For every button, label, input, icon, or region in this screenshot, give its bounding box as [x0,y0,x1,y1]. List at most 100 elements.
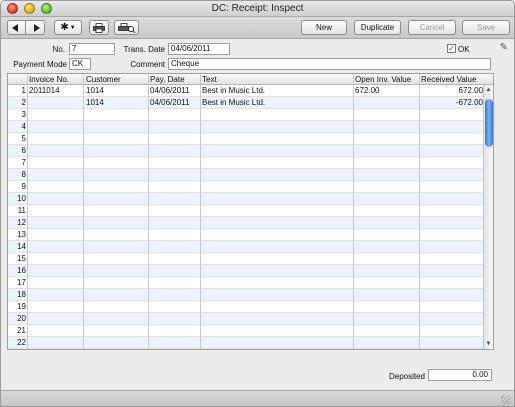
col-received-value: Received Value [421,75,477,84]
row-number: 21 [17,326,26,335]
row-number: 16 [17,266,26,275]
table-row[interactable]: 2 1014 04/06/2011 Best in Music Ltd. -672.00 [8,97,486,109]
new-button[interactable]: New [301,20,347,35]
cell-open[interactable]: 672.00 [355,86,417,95]
row-number: 12 [17,218,26,227]
ok-checkbox[interactable]: ✓ [447,44,456,53]
comment-field[interactable]: Cheque [168,58,491,70]
table-row[interactable]: 18 [8,289,486,301]
cell-text[interactable]: Best in Music Ltd. [202,98,351,107]
table-row[interactable]: 3 [8,109,486,121]
col-divider [419,74,420,349]
print-preview-icon [117,22,135,33]
receipt-rows-grid[interactable]: Invoice No. Customer Pay. Date Text Open… [7,73,494,350]
scroll-down-icon[interactable]: ▼ [484,341,493,347]
table-row[interactable]: 13 [8,229,486,241]
cell-pay-date[interactable]: 04/06/2011 [150,98,198,107]
row-number: 7 [21,158,26,167]
col-pay-date: Pay. Date [150,75,185,84]
row-number: 9 [21,182,26,191]
grid-header: Invoice No. Customer Pay. Date Text Open… [8,74,493,85]
row-number: 1 [21,86,26,95]
record-navigation [7,20,45,35]
gear-icon: ✱ [60,21,69,33]
table-row[interactable]: 4 [8,121,486,133]
col-divider [353,74,354,349]
cell-invoice[interactable]: 2011014 [29,86,81,95]
table-row[interactable]: 22 [8,337,486,349]
row-number: 17 [17,278,26,287]
col-invoice-no: Invoice No. [29,75,70,84]
left-arrow-icon[interactable] [12,24,18,32]
row-number: 22 [17,338,26,347]
cell-received[interactable]: -672.00 [421,98,483,107]
right-arrow-icon[interactable] [34,24,40,32]
col-divider [83,74,84,349]
window-title: DC: Receipt: Inspect [211,3,304,14]
table-row[interactable]: 15 [8,253,486,265]
toolbar: ✱ ▼ New Duplicate Cancel Save [1,17,514,39]
resize-grip-icon[interactable] [501,395,511,405]
row-number: 15 [17,254,26,263]
table-row[interactable]: 20 [8,313,486,325]
table-row[interactable]: 12 [8,217,486,229]
table-row[interactable]: 14 [8,241,486,253]
table-row[interactable]: 7 [8,157,486,169]
row-number: 5 [21,134,26,143]
printer-icon [93,22,105,33]
table-row[interactable]: 5 [8,133,486,145]
table-row[interactable]: 19 [8,301,486,313]
col-text: Text [202,75,217,84]
row-number: 19 [17,302,26,311]
row-number: 3 [21,110,26,119]
table-row[interactable]: 21 [8,325,486,337]
title-bar: DC: Receipt: Inspect [1,1,514,17]
no-label: No. [52,45,65,54]
cancel-button[interactable]: Cancel [408,20,456,35]
status-bar [1,390,514,406]
cell-customer[interactable]: 1014 [86,98,146,107]
cell-received[interactable]: 672.00 [421,86,483,95]
table-row[interactable]: 17 [8,277,486,289]
col-divider [200,74,201,349]
pin-icon[interactable]: ✎ [500,42,508,53]
scrollbar-thumb[interactable] [485,99,493,147]
cell-text[interactable]: Best in Music Ltd. [202,86,351,95]
col-open-inv-value: Open Inv. Value [355,75,412,84]
table-row[interactable]: 8 [8,169,486,181]
comment-label: Comment [130,60,165,69]
grid-scrollbar[interactable]: ▲ ▼ [483,85,493,349]
cell-customer[interactable]: 1014 [86,86,146,95]
table-row[interactable]: 1 2011014 1014 04/06/2011 Best in Music Ltd.… [8,85,486,97]
deposited-field: 0.00 [428,369,492,381]
table-row[interactable]: 10 [8,193,486,205]
row-number: 2 [21,98,26,107]
col-divider [27,74,28,349]
chevron-down-icon: ▼ [69,24,76,31]
row-number: 14 [17,242,26,251]
payment-mode-field[interactable]: CK [69,58,91,70]
operations-menu-button[interactable]: ✱ ▼ [54,20,82,35]
table-row[interactable]: 16 [8,265,486,277]
row-number: 4 [21,122,26,131]
print-preview-button[interactable] [114,20,139,35]
scroll-up-icon[interactable]: ▲ [484,87,493,93]
divider [25,21,26,34]
print-button[interactable] [89,20,109,35]
cell-pay-date[interactable]: 04/06/2011 [150,86,198,95]
trans-date-field[interactable]: 04/06/2011 [168,43,230,55]
row-number: 20 [17,314,26,323]
deposited-label: Deposited [388,372,425,381]
table-row[interactable]: 9 [8,181,486,193]
row-number: 6 [21,146,26,155]
table-row[interactable]: 6 [8,145,486,157]
duplicate-button[interactable]: Duplicate [354,20,401,35]
row-number: 11 [17,206,26,215]
payment-mode-label: Payment Mode [13,60,67,69]
row-number: 13 [17,230,26,239]
no-field[interactable]: 7 [69,43,115,55]
receipt-window: DC: Receipt: Inspect ✱ ▼ New Duplicate C… [0,0,515,407]
save-button[interactable]: Save [462,20,510,35]
row-number: 10 [17,194,26,203]
table-row[interactable]: 11 [8,205,486,217]
